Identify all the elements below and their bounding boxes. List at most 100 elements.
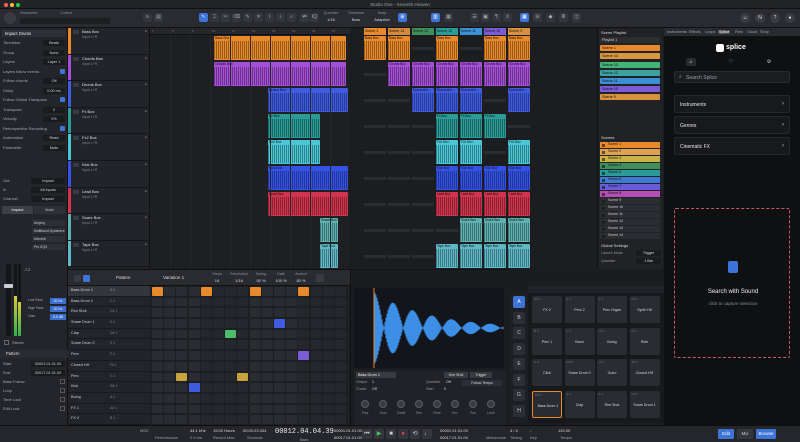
arrangement-clip[interactable]: Lead Box [268,192,348,216]
active-step[interactable] [225,329,237,339]
step-cell[interactable] [152,361,163,371]
step-cell[interactable] [225,415,237,424]
step-cell[interactable] [298,297,310,307]
account-icon[interactable]: ● [785,13,795,23]
step-cell[interactable] [286,297,298,307]
fx-slot[interactable]: Ampeq [32,220,65,226]
scene-item[interactable]: Scene 13 [600,226,660,232]
step-cell[interactable] [322,308,334,318]
step-cell[interactable] [335,287,346,296]
loop-end-secondary[interactable]: 00017.01.01.00 [440,435,468,440]
scene-clip[interactable]: Kick Box [484,166,506,190]
step-cell[interactable] [176,351,188,360]
pattern-row[interactable]: Rim Shot C# 1 [68,307,150,319]
playlist-item[interactable]: Scene 14 [600,53,660,60]
arrangement-clip[interactable]: Tape Box [320,244,338,268]
step-cell[interactable] [249,340,261,350]
active-step[interactable] [152,287,163,296]
step-cell[interactable] [152,308,163,318]
io-value[interactable]: Impact [31,178,65,184]
scene-item[interactable]: Scene 7 [600,184,660,190]
step-cell[interactable] [237,383,249,392]
checkbox[interactable] [60,379,65,384]
browser-button[interactable]: ◫ [572,13,581,22]
step-cell[interactable] [335,393,346,403]
home-icon[interactable]: ⌂ [686,58,696,66]
empty-slot[interactable] [388,151,410,154]
empty-slot[interactable] [388,125,410,128]
scene-clip[interactable]: Lead Box [436,192,458,216]
pad-bank-tab[interactable]: D [513,342,525,355]
empty-slot[interactable] [412,203,434,206]
step-cell[interactable] [286,329,298,339]
arrange-view-button[interactable]: ▥ [431,13,440,22]
step-cell[interactable] [286,383,298,392]
step-cell[interactable] [310,340,322,350]
step-cell[interactable] [213,372,224,382]
step-cell[interactable] [237,297,249,307]
step-cell[interactable] [225,340,237,350]
track-mode-icon[interactable]: ▸ [145,56,147,60]
step-cell[interactable] [335,319,346,328]
sampler-knob-level[interactable] [487,400,495,408]
choke-value[interactable]: Off [372,387,377,391]
scene-clip[interactable]: Snare Box [508,218,530,242]
inspector-row-value[interactable]: Read [43,135,65,141]
scene-clip[interactable]: Snare Box [484,218,506,242]
step-cell[interactable] [213,329,224,339]
fx-slot[interactable]: Multiband Dynamics [32,228,65,234]
one-shot-button[interactable]: One Shot [444,372,468,378]
drum-pad[interactable]: F# 1 Synth Hit [629,296,660,323]
step-cell[interactable] [237,415,249,424]
loop-start-secondary[interactable]: 00001.01.01.00 [440,428,468,433]
scene-play-icon[interactable] [602,171,605,175]
drum-pad[interactable]: F 0 Rim Shot [597,390,627,418]
step-cell[interactable] [322,393,334,403]
step-cell[interactable] [225,404,237,414]
scene-play-icon[interactable] [602,143,605,147]
sampler-knob-res[interactable] [415,400,423,408]
scroll-follow-button[interactable]: ⇄ [300,13,309,22]
drum-pad[interactable]: F# 0 Snare Drum 1 [629,390,660,418]
browser-tab-splice[interactable]: Splice [718,29,731,34]
timeline-ruler[interactable]: 1 5 9 13 17 21 25 29 33 37 [150,28,350,35]
active-step[interactable] [200,287,212,296]
step-cell[interactable] [298,319,310,328]
arrangement-clip[interactable]: Chords Box [214,62,346,86]
start-value[interactable]: 0 [444,387,446,391]
variation-select[interactable]: Variation 1 [163,275,184,280]
tempo-value[interactable]: 120.00 [558,428,570,433]
step-cell[interactable] [286,351,298,360]
step-cell[interactable] [261,329,273,339]
scene-clip[interactable]: Chords Box [436,62,458,86]
loop-end[interactable]: 00017.01.01.00 [334,435,362,440]
step-cell[interactable] [286,308,298,318]
steps-value[interactable]: 16 [208,278,226,283]
step-cell[interactable] [176,329,188,339]
step-cell[interactable] [274,415,285,424]
scene-clip[interactable]: Chords Box [508,62,530,86]
range-tool-button[interactable]: ⌶ [210,13,219,22]
step-cell[interactable] [298,329,310,339]
step-cell[interactable] [213,287,224,296]
pattern-select-icon[interactable] [83,275,90,282]
step-cell[interactable] [188,319,200,328]
drum-pad[interactable]: A# 0 Closed HH [629,359,660,386]
scene-clip[interactable]: Fx Box [484,114,506,138]
track-header[interactable]: Bass Box Input L+R ▸ [68,28,150,55]
output-value[interactable]: 1 [372,380,374,384]
arrangement-clip[interactable]: Fx2 Box [268,140,320,164]
bend-tool-button[interactable]: ⌇ [265,13,274,22]
scene-column-header[interactable]: Scene 10 [484,28,506,35]
step-cell[interactable] [298,404,310,414]
io-value[interactable]: Impact [31,196,65,202]
step-cell[interactable] [152,319,163,328]
arrow-tool-button[interactable]: ↖ [199,13,208,22]
sampler-knob-cutoff[interactable] [397,400,405,408]
step-cell[interactable] [213,297,224,307]
step-cell[interactable] [200,393,212,403]
drum-pad[interactable]: G 0 Click [532,359,562,386]
sample-waveform[interactable] [354,288,504,368]
empty-slot[interactable] [364,229,386,232]
step-cell[interactable] [310,319,322,328]
